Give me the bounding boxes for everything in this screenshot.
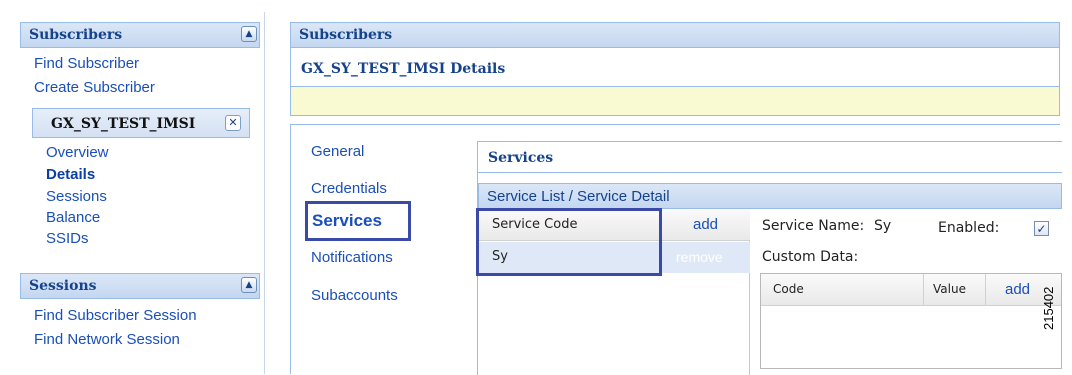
close-subscriber-tab-icon[interactable]: ✕	[225, 115, 241, 131]
sub-nav-sessions[interactable]: Sessions	[46, 188, 107, 205]
subscribers-panel-header: Subscribers ▲	[20, 22, 260, 48]
collapse-subscribers-icon[interactable]: ▲	[241, 26, 257, 42]
tab-general[interactable]: General	[311, 143, 364, 160]
find-network-session-link[interactable]: Find Network Session	[34, 331, 180, 348]
yellow-message-bar	[290, 86, 1060, 116]
content-frame: General Credentials Services Notificatio…	[290, 124, 1062, 375]
service-list-header: Service List / Service Detail	[478, 183, 1062, 209]
find-subscriber-session-link[interactable]: Find Subscriber Session	[34, 307, 197, 324]
tab-subaccounts[interactable]: Subaccounts	[311, 287, 398, 304]
subscribers-panel-title: Subscribers	[29, 27, 123, 43]
service-code-grid: Service Code add Sy remove	[476, 208, 750, 375]
sessions-panel-title: Sessions	[29, 278, 97, 294]
figure-id: 215402	[1041, 286, 1056, 330]
left-sidebar: Subscribers ▲ Find Subscriber Create Sub…	[10, 12, 265, 374]
custom-data-grid: Code Value add	[760, 273, 1062, 369]
main-panel-header: Subscribers	[290, 22, 1060, 48]
tab-services-label: Services	[312, 211, 382, 230]
add-service-button[interactable]: add	[693, 216, 718, 233]
service-code-highlight-box	[476, 208, 662, 276]
enabled-label: Enabled:	[938, 220, 1000, 236]
collapse-sessions-icon[interactable]: ▲	[241, 277, 257, 293]
details-title-bar: GX_SY_TEST_IMSI Details	[290, 48, 1060, 86]
services-panel: Services Service List / Service Detail S…	[476, 141, 1062, 375]
services-header-label: Services	[488, 150, 554, 166]
service-list-title: Service List / Service Detail	[487, 188, 670, 205]
custom-col-divider-1	[923, 274, 924, 306]
details-title: GX_SY_TEST_IMSI Details	[301, 61, 506, 77]
sub-nav-overview[interactable]: Overview	[46, 144, 109, 161]
enabled-checkbox[interactable]: ✓	[1034, 221, 1049, 236]
sessions-panel-header: Sessions ▲	[20, 273, 260, 299]
sub-nav-balance[interactable]: Balance	[46, 209, 100, 226]
service-name-label: Service Name:	[762, 218, 865, 234]
find-subscriber-link[interactable]: Find Subscriber	[34, 55, 139, 72]
services-header: Services	[478, 141, 1062, 173]
sub-nav-details[interactable]: Details	[46, 166, 95, 183]
custom-code-column-header: Code	[773, 282, 804, 296]
tab-credentials[interactable]: Credentials	[311, 180, 387, 197]
custom-value-column-header: Value	[933, 282, 966, 296]
tab-services[interactable]: Services	[305, 201, 411, 241]
custom-col-divider-2	[985, 274, 986, 306]
custom-data-label: Custom Data:	[762, 249, 859, 265]
sub-nav-ssids[interactable]: SSIDs	[46, 230, 89, 247]
main-panel-title: Subscribers	[299, 27, 393, 43]
subscriber-tab[interactable]: GX_SY_TEST_IMSI ✕	[32, 108, 250, 138]
subscriber-tab-label: GX_SY_TEST_IMSI	[51, 116, 196, 132]
tab-notifications[interactable]: Notifications	[311, 249, 393, 266]
create-subscriber-link[interactable]: Create Subscriber	[34, 79, 155, 96]
add-custom-data-button[interactable]: add	[1005, 281, 1030, 298]
remove-service-button[interactable]: remove	[676, 249, 723, 265]
service-name-value: Sy	[874, 218, 892, 234]
